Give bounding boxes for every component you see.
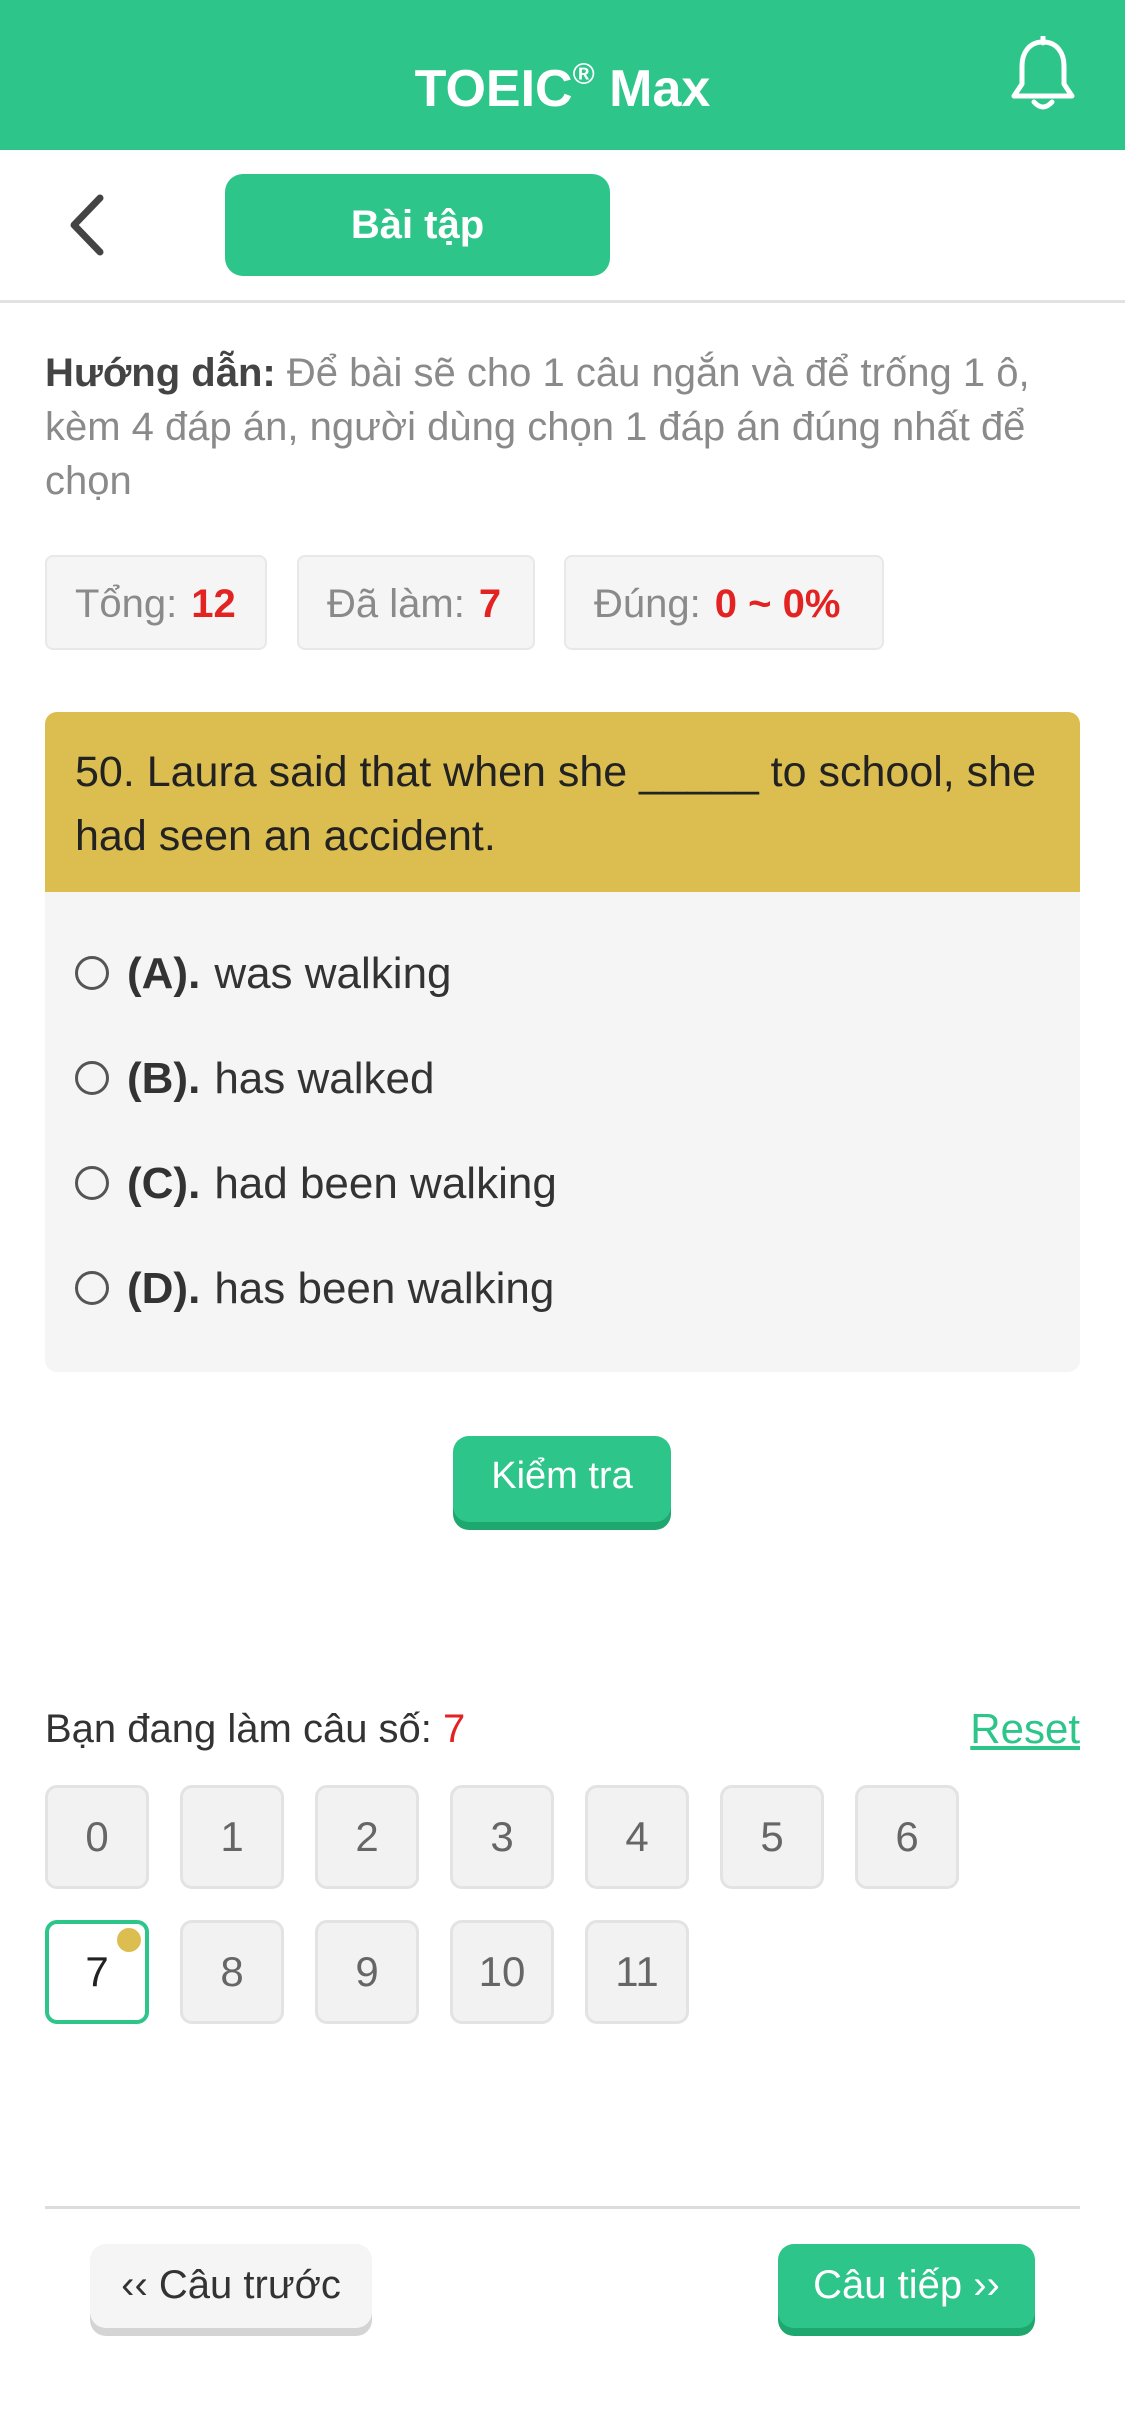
stat-total: Tổng: 12 (45, 555, 267, 650)
question-number-button[interactable]: 0 (45, 1785, 149, 1889)
question-number-button[interactable]: 2 (315, 1785, 419, 1889)
question-text: 50. Laura said that when she _____ to sc… (45, 712, 1080, 892)
chevron-left-icon[interactable] (60, 190, 120, 260)
question-number-button[interactable]: 1 (180, 1785, 284, 1889)
instructions-label: Hướng dẫn: (45, 351, 276, 395)
option-a[interactable]: (A). was walking (75, 944, 452, 1004)
bell-icon[interactable] (1008, 36, 1078, 114)
question-number-button[interactable]: 5 (720, 1785, 824, 1889)
option-c[interactable]: (C). had been walking (75, 1154, 557, 1214)
divider (45, 2206, 1080, 2209)
option-b[interactable]: (B). has walked (75, 1049, 434, 1109)
stat-done: Đã làm: 7 (297, 555, 535, 650)
check-button[interactable]: Kiểm tra (453, 1436, 671, 1522)
top-bar: TOEIC® Max (0, 0, 1125, 150)
question-number-button[interactable]: 8 (180, 1920, 284, 2024)
question-number-button[interactable]: 3 (450, 1785, 554, 1889)
question-number-button-active[interactable]: 7 (45, 1920, 149, 2024)
radio-icon[interactable] (75, 1271, 109, 1306)
radio-icon[interactable] (75, 956, 109, 991)
radio-icon[interactable] (75, 1166, 109, 1201)
question-number-button[interactable]: 11 (585, 1920, 689, 2024)
radio-icon[interactable] (75, 1061, 109, 1096)
options-panel: (A). was walking (B). has walked (C). had b… (45, 892, 1080, 1372)
question-number-button[interactable]: 6 (855, 1785, 959, 1889)
reset-link[interactable]: Reset (930, 1702, 1080, 1756)
question-number-button[interactable]: 4 (585, 1785, 689, 1889)
current-indicator-dot (117, 1928, 141, 1952)
current-question-label: Bạn đang làm câu số: 7 (45, 1707, 466, 1751)
prev-question-button[interactable]: ‹‹ Câu trước (90, 2244, 372, 2328)
option-d[interactable]: (D). has been walking (75, 1259, 554, 1319)
next-question-button[interactable]: Câu tiếp ›› (778, 2244, 1035, 2328)
instructions: Hướng dẫn: Để bài sẽ cho 1 câu ngắn và đ… (45, 346, 1085, 508)
question-number-button[interactable]: 10 (450, 1920, 554, 2024)
tab-bai-tap[interactable]: Bài tập (225, 174, 610, 276)
question-number-button[interactable]: 9 (315, 1920, 419, 2024)
stat-correct: Đúng: 0 ~ 0% (564, 555, 884, 650)
app-title: TOEIC® Max (414, 58, 711, 118)
